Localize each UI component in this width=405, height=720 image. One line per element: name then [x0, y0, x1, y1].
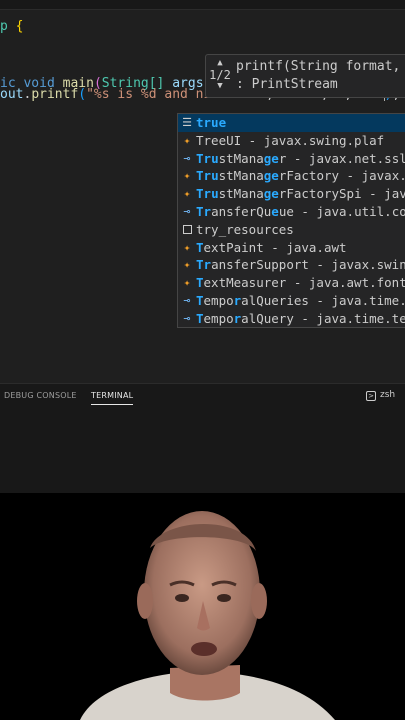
class-name-fragment: p [0, 19, 8, 34]
chevron-down-icon[interactable]: ▼ [209, 82, 231, 91]
signature-text: printf(String format, Ob [236, 58, 405, 76]
suggestion-item[interactable]: ☰ true [178, 114, 405, 132]
suggestion-label: TreeUI - javax.swing.plaf [196, 132, 385, 148]
out-object: out [0, 87, 24, 102]
editor-tab-bar [0, 0, 405, 10]
snippet-icon [180, 221, 194, 239]
suggestion-list[interactable]: ☰ true ✦ TreeUI - javax.swing.plaf ⊸ TrustMan… [177, 113, 405, 328]
presenter-video [0, 493, 405, 720]
suggestion-item[interactable]: ⊸ TransferQueue - java.util.conc [178, 203, 405, 221]
suggestion-match: T [196, 239, 204, 255]
signature-return-type: : PrintStream [236, 77, 338, 92]
shell-name: zsh [380, 390, 396, 400]
suggestion-match: r [203, 203, 212, 219]
webcam-overlay [0, 493, 405, 720]
suggestion-match: T [196, 275, 204, 291]
suggestion-match: ge [263, 150, 279, 166]
tab-terminal[interactable]: TERMINAL [91, 391, 134, 405]
suggestion-match: u [211, 168, 219, 184]
suggestion-match: u [211, 186, 219, 202]
class-icon: ✦ [183, 169, 191, 183]
terminal-icon: > [366, 391, 376, 401]
class-icon: ✦ [183, 258, 191, 272]
code-editor[interactable]: p { ic void main(String[] args) { out.pr… [0, 10, 405, 383]
suggestion-match: ge [263, 168, 279, 184]
suggestion-label: true [196, 115, 227, 130]
suggestion-item[interactable]: ✦ TransferSupport - javax.swing [178, 256, 405, 274]
interface-icon: ⊸ [183, 204, 191, 218]
suggestion-label: stMana [218, 168, 264, 184]
suggestion-match: T [196, 310, 204, 326]
suggestion-label: stMana [218, 150, 264, 166]
interface-icon: ⊸ [183, 311, 191, 325]
suggestion-label: extMeasurer - java.awt.font [203, 275, 405, 291]
suggestion-label: empo [203, 292, 234, 308]
overload-index: 1/2 [209, 68, 231, 82]
suggestion-detail: alQuery - java.time.temp [241, 310, 405, 326]
mouth [191, 642, 217, 656]
suggestion-label: try_resources [196, 221, 294, 237]
left-eye [175, 594, 189, 602]
suggestion-detail: ue - java.util.conc [278, 203, 405, 219]
suggestion-match: T [196, 292, 204, 308]
suggestion-match: e [271, 203, 279, 219]
suggestion-label: ansferQu [211, 203, 272, 219]
suggestion-label: ansferSupport - javax.swing [211, 257, 405, 273]
suggestion-detail: alQueries - java.time.te [241, 292, 405, 308]
class-icon: ✦ [183, 240, 191, 254]
keyword-icon: ☰ [182, 116, 192, 129]
signature-prefix: printf(String format, [236, 59, 405, 74]
open-brace: { [15, 19, 24, 34]
overload-counter[interactable]: ▲ 1/2 ▼ [209, 59, 231, 91]
suggestion-item[interactable]: ✦ TrustManagerFactory - javax.ne [178, 167, 405, 185]
terminal-selector[interactable]: > zsh [366, 390, 395, 401]
right-ear [251, 583, 267, 619]
suggestion-match: u [211, 150, 219, 166]
suggestion-detail: r - javax.net.ssl [278, 150, 405, 166]
suggestion-label: stMana [218, 186, 264, 202]
bottom-panel: DEBUG CONSOLE TERMINAL > zsh [0, 383, 405, 493]
tab-debug-console[interactable]: DEBUG CONSOLE [4, 391, 77, 400]
class-icon: ✦ [183, 187, 191, 201]
chevron-up-icon[interactable]: ▲ [209, 59, 231, 68]
suggestion-item[interactable]: ⊸ TrustManager - javax.net.ssl [178, 150, 405, 168]
suggestion-item[interactable]: try_resources [178, 221, 405, 239]
suggestion-match: T [196, 257, 204, 273]
suggestion-match: r [203, 257, 212, 273]
suggestion-item[interactable]: ⊸ TemporalQueries - java.time.te [178, 292, 405, 310]
left-ear [137, 583, 153, 619]
suggestion-item[interactable]: ✦ TextPaint - java.awt [178, 239, 405, 257]
printf-open-paren: ( [78, 87, 87, 102]
interface-icon: ⊸ [183, 293, 191, 307]
suggestion-match: Tr [196, 168, 212, 184]
suggestion-match: ge [263, 186, 279, 202]
suggestion-detail: rFactory - javax.ne [278, 168, 405, 184]
interface-icon: ⊸ [183, 151, 191, 165]
suggestion-label: extPaint - java.awt [203, 239, 347, 255]
right-eye [217, 594, 231, 602]
suggestion-item[interactable]: ✦ TreeUI - javax.swing.plaf [178, 132, 405, 150]
suggestion-match: Tr [196, 186, 212, 202]
suggestion-label: empo [203, 310, 234, 326]
suggestion-item[interactable]: ✦ TrustManagerFactorySpi - javax [178, 185, 405, 203]
code-line-1: p { [0, 16, 23, 38]
class-icon: ✦ [183, 276, 191, 290]
suggestion-item[interactable]: ✦ TextMeasurer - java.awt.font [178, 274, 405, 292]
suggestion-match: Tr [196, 150, 212, 166]
class-icon: ✦ [183, 133, 191, 147]
suggestion-item[interactable]: ⊸ TemporalQuery - java.time.temp [178, 310, 405, 327]
printf-call: printf [31, 87, 79, 102]
suggestion-match: T [196, 203, 204, 219]
suggestion-detail: rFactorySpi - javax [278, 186, 405, 202]
signature-help-popup: ▲ 1/2 ▼ printf(String format, Ob : Print… [205, 54, 405, 98]
